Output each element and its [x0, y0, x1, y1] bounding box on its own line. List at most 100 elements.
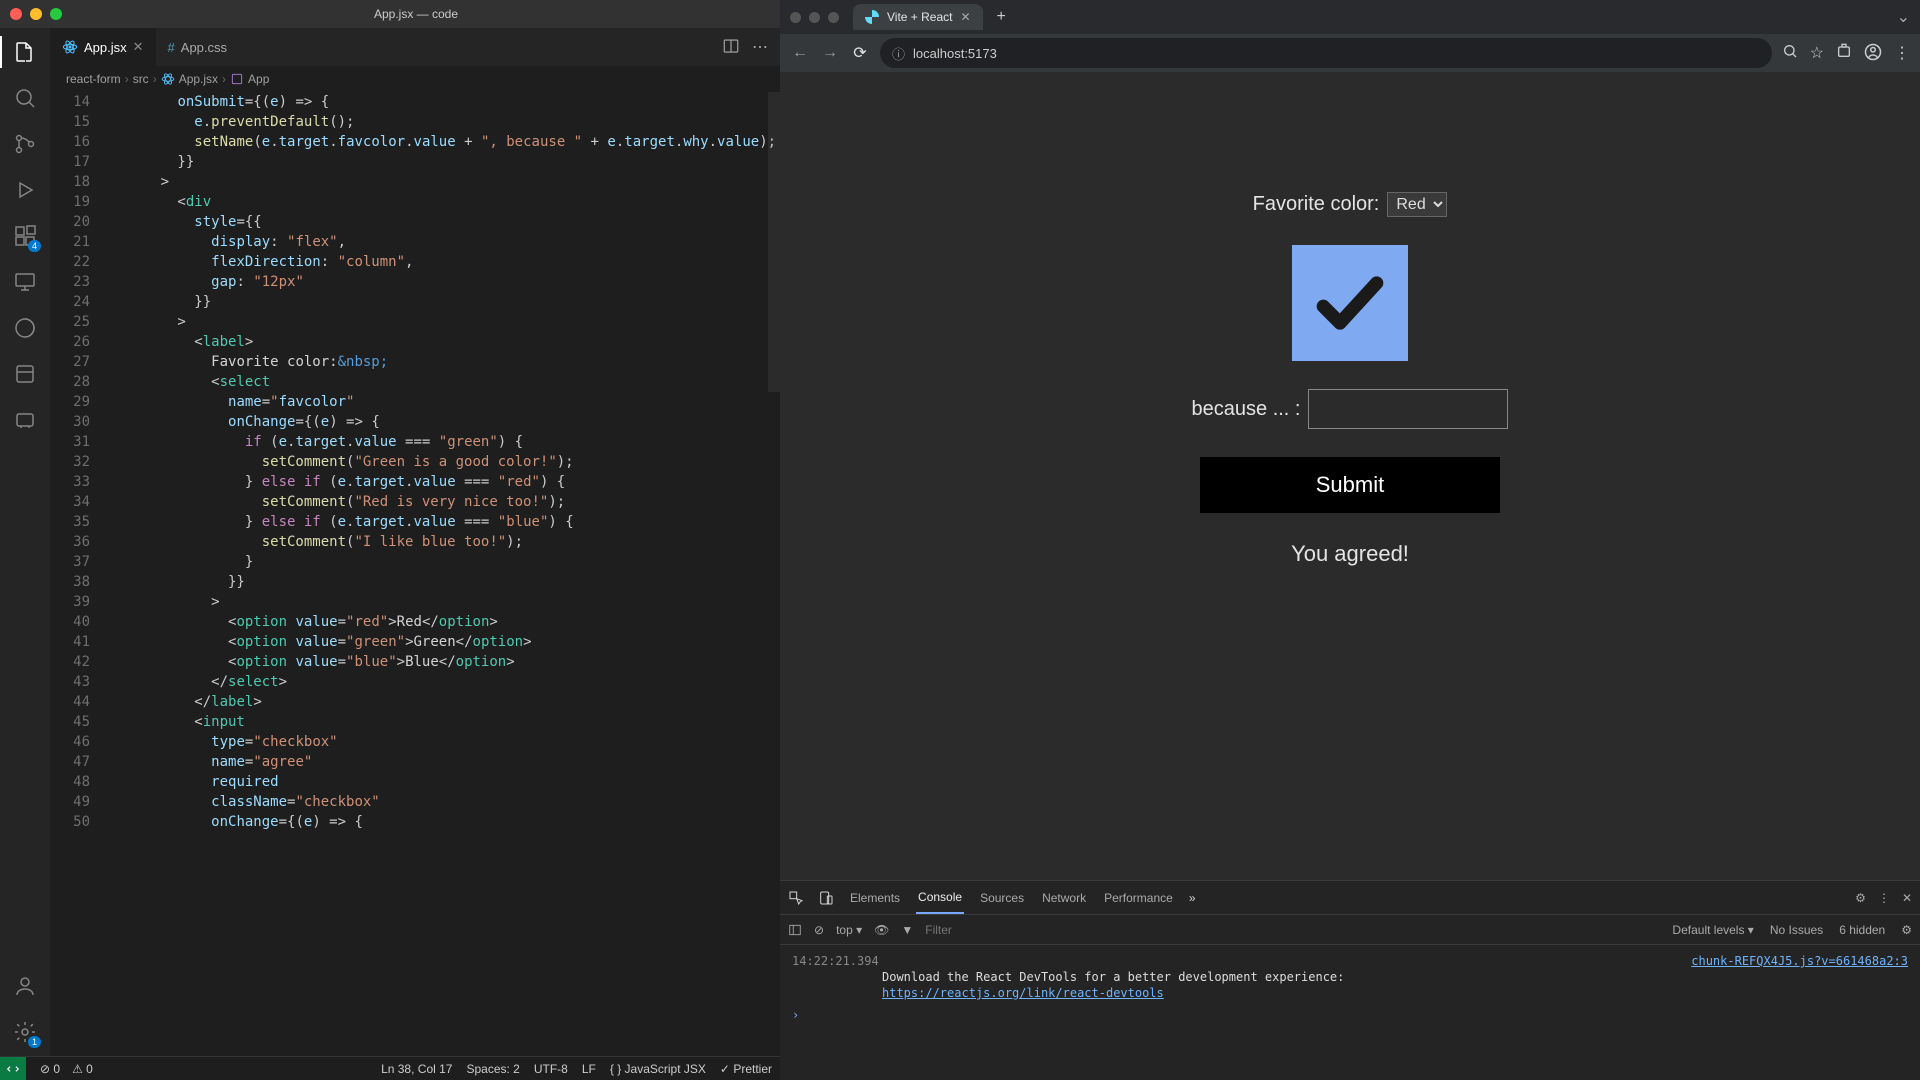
language-mode[interactable]: { } JavaScript JSX: [610, 1062, 706, 1076]
breadcrumb-project[interactable]: react-form: [66, 72, 121, 86]
submit-button[interactable]: Submit: [1200, 457, 1500, 513]
chevron-down-icon[interactable]: ⌄: [1897, 7, 1910, 27]
bookmark-icon[interactable]: ☆: [1810, 43, 1824, 63]
react-icon: [62, 39, 78, 55]
back-button[interactable]: ←: [790, 44, 810, 62]
log-source-link[interactable]: chunk-REFQX4J5.js?v=661468a2:3: [1691, 953, 1908, 969]
log-message: Download the React DevTools for a better…: [882, 970, 1344, 984]
device-toggle-icon[interactable]: [818, 890, 834, 906]
vscode-titlebar: App.jsx — code: [0, 0, 780, 28]
code-editor[interactable]: 1415161718192021222324252627282930313233…: [50, 92, 780, 1056]
breadcrumb-file[interactable]: App.jsx: [179, 72, 218, 86]
inspect-icon[interactable]: [788, 890, 804, 906]
vscode-window: App.jsx — code 4: [0, 0, 780, 1080]
breadcrumb-symbol[interactable]: App: [248, 72, 269, 86]
devtools-tab-network[interactable]: Network: [1040, 883, 1088, 913]
source-control-icon[interactable]: [11, 130, 39, 158]
log-link[interactable]: https://reactjs.org/link/react-devtools: [882, 986, 1164, 1000]
clear-console-icon[interactable]: ⊘: [814, 923, 824, 937]
devtools-settings-icon[interactable]: ⚙: [1855, 891, 1866, 905]
new-tab-button[interactable]: +: [991, 8, 1012, 26]
window-title: App.jsx — code: [62, 7, 770, 21]
devtools-menu-icon[interactable]: ⋮: [1878, 891, 1890, 905]
tab-app-css[interactable]: # App.css: [156, 28, 239, 66]
agreed-text: You agreed!: [1291, 541, 1409, 567]
chevron-right-icon: ›: [153, 72, 157, 86]
breadcrumb-folder[interactable]: src: [133, 72, 149, 86]
activity-item-icon[interactable]: [11, 314, 39, 342]
favorite-color-select[interactable]: Red: [1387, 192, 1447, 217]
tab-app-jsx[interactable]: App.jsx ✕: [50, 28, 156, 66]
more-icon[interactable]: ⋯: [752, 37, 768, 57]
console-output[interactable]: 14:22:21.394 chunk-REFQX4J5.js?v=661468a…: [780, 945, 1920, 1080]
settings-badge: 1: [28, 1036, 41, 1048]
extensions-icon[interactable]: [1836, 43, 1852, 63]
devtools-tab-sources[interactable]: Sources: [978, 883, 1026, 913]
search-icon[interactable]: [11, 84, 39, 112]
eol[interactable]: LF: [582, 1062, 596, 1076]
filter-input[interactable]: [925, 923, 1025, 937]
close-icon[interactable]: ✕: [133, 39, 144, 55]
chevron-right-icon: ›: [222, 72, 226, 86]
accounts-icon[interactable]: [11, 972, 39, 1000]
errors-count[interactable]: ⊘ 0: [40, 1062, 60, 1076]
extensions-badge: 4: [28, 240, 41, 252]
settings-gear-icon[interactable]: 1: [11, 1018, 39, 1046]
favicon-icon: [865, 10, 879, 24]
site-info-icon[interactable]: ⓘ: [892, 44, 905, 63]
console-settings-icon[interactable]: ⚙: [1901, 923, 1912, 937]
forward-button[interactable]: →: [820, 44, 840, 62]
search-icon[interactable]: [1782, 43, 1798, 63]
explorer-icon[interactable]: [11, 38, 39, 66]
breadcrumb[interactable]: react-form › src › App.jsx › App: [50, 66, 780, 92]
devtools-tab-elements[interactable]: Elements: [848, 883, 902, 913]
devtools-tab-console[interactable]: Console: [916, 882, 964, 914]
address-bar[interactable]: ⓘ localhost:5173: [880, 38, 1772, 68]
devtools: Elements Console Sources Network Perform…: [780, 880, 1920, 1080]
warnings-count[interactable]: ⚠ 0: [72, 1062, 93, 1076]
split-editor-icon[interactable]: [722, 37, 740, 57]
because-input[interactable]: [1308, 389, 1508, 429]
profile-icon[interactable]: [1864, 43, 1882, 63]
symbol-icon: [230, 72, 244, 86]
encoding[interactable]: UTF-8: [534, 1062, 568, 1076]
hidden-count[interactable]: 6 hidden: [1839, 923, 1885, 937]
menu-icon[interactable]: ⋮: [1894, 43, 1910, 63]
browser-tab[interactable]: Vite + React ✕: [853, 4, 983, 30]
agree-checkbox[interactable]: [1292, 245, 1408, 361]
window-zoom-icon[interactable]: [50, 8, 62, 20]
window-zoom-icon[interactable]: [828, 12, 839, 23]
status-bar: ⊘ 0 ⚠ 0 Ln 38, Col 17 Spaces: 2 UTF-8 LF…: [0, 1056, 780, 1080]
more-tabs-icon[interactable]: »: [1189, 891, 1196, 905]
run-debug-icon[interactable]: [11, 176, 39, 204]
activity-item-icon[interactable]: [11, 406, 39, 434]
activity-bar: 4 1: [0, 28, 50, 1056]
tab-title: Vite + React: [887, 10, 952, 24]
remote-indicator[interactable]: [0, 1057, 26, 1080]
issues-count[interactable]: No Issues: [1770, 923, 1823, 937]
cursor-position[interactable]: Ln 38, Col 17: [381, 1062, 452, 1076]
context-selector[interactable]: top ▾: [836, 923, 862, 937]
extensions-icon[interactable]: 4: [11, 222, 39, 250]
react-icon: [161, 72, 175, 86]
console-prompt[interactable]: ›: [792, 1007, 1908, 1023]
devtools-close-icon[interactable]: ✕: [1902, 891, 1912, 905]
traffic-lights[interactable]: [790, 12, 839, 23]
formatter[interactable]: ✓ Prettier: [720, 1062, 772, 1076]
minimap-scroll[interactable]: [768, 92, 780, 392]
log-timestamp: 14:22:21.394: [792, 953, 879, 969]
window-minimize-icon[interactable]: [809, 12, 820, 23]
window-close-icon[interactable]: [10, 8, 22, 20]
reload-button[interactable]: ⟳: [850, 43, 870, 63]
console-sidebar-icon[interactable]: [788, 923, 802, 937]
activity-item-icon[interactable]: [11, 360, 39, 388]
window-minimize-icon[interactable]: [30, 8, 42, 20]
devtools-tab-performance[interactable]: Performance: [1102, 883, 1175, 913]
log-levels[interactable]: Default levels ▾: [1672, 923, 1753, 937]
remote-explorer-icon[interactable]: [11, 268, 39, 296]
traffic-lights[interactable]: [10, 8, 62, 20]
close-icon[interactable]: ✕: [960, 10, 970, 24]
indentation[interactable]: Spaces: 2: [466, 1062, 519, 1076]
window-close-icon[interactable]: [790, 12, 801, 23]
live-expression-icon[interactable]: 👁: [874, 923, 889, 937]
